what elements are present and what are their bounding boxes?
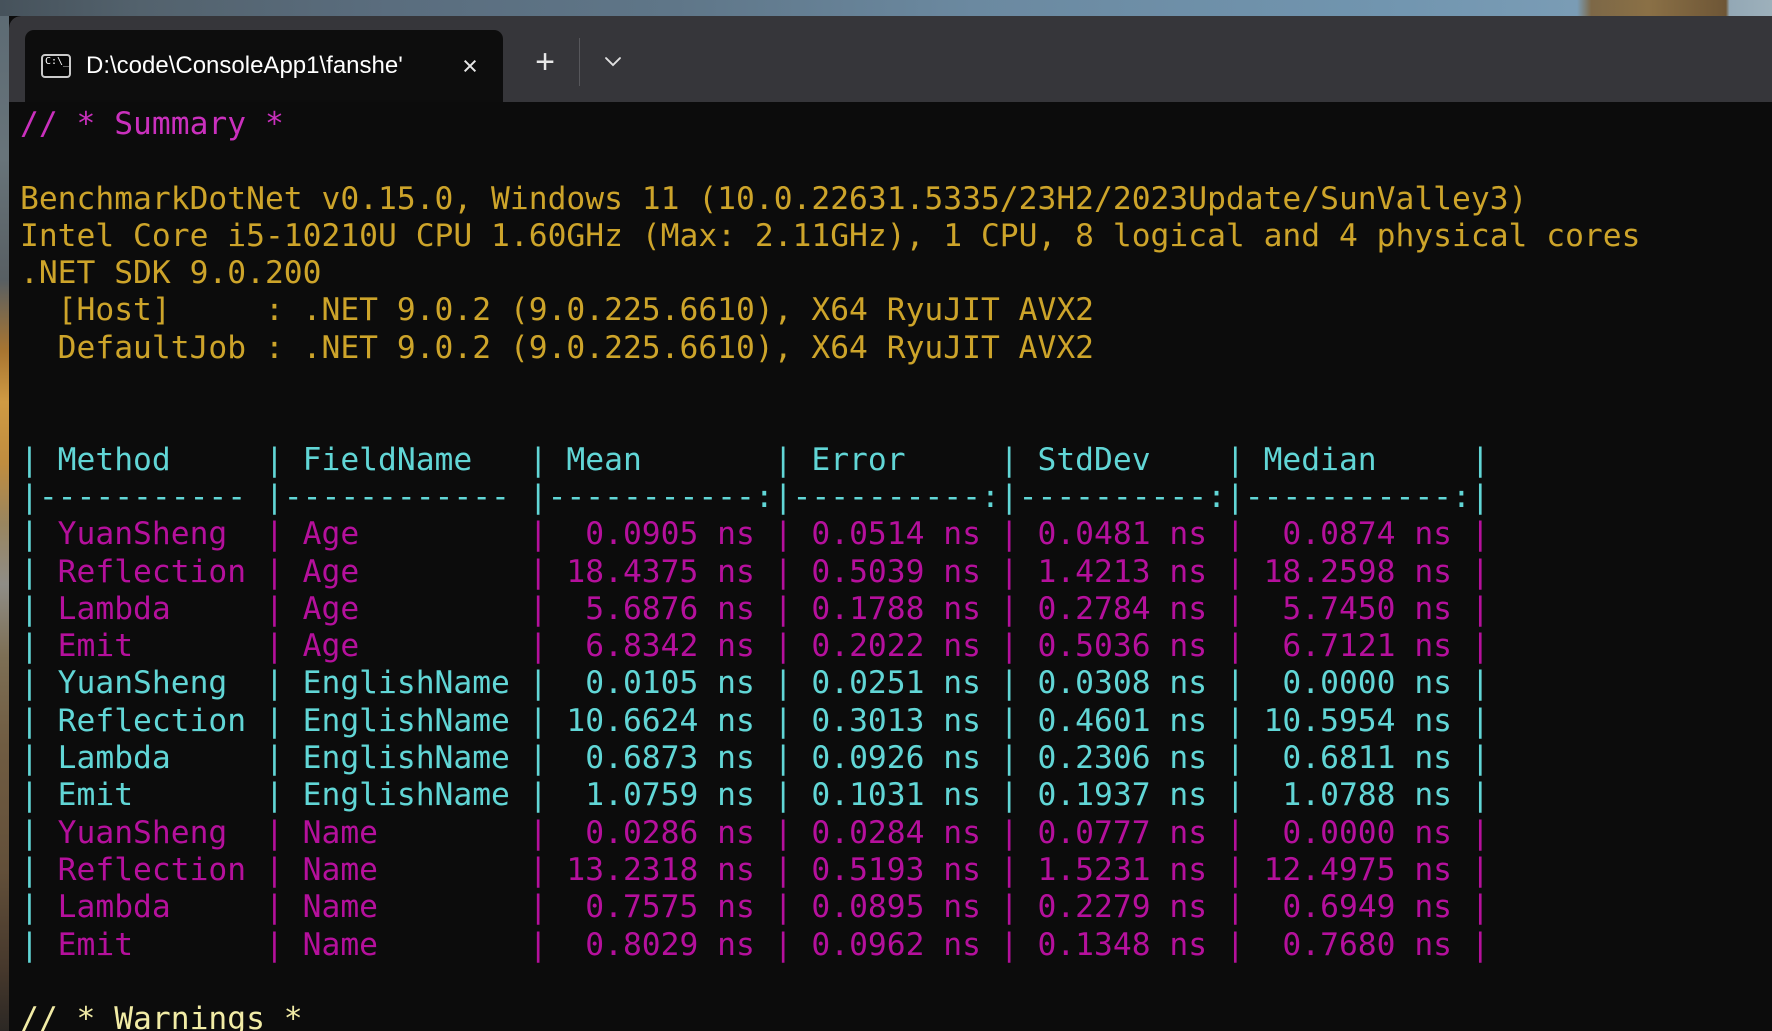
table-row-text: Lambda | EnglishName | 0.6873 ns | 0.092… [39, 740, 1490, 776]
table-row-text: YuanSheng | Age | 0.0905 ns | 0.0514 ns … [39, 516, 1490, 552]
table-row: | Emit | Age | 6.8342 ns | 0.2022 ns | 0… [20, 628, 1772, 665]
table-row-leading-pipe: | [20, 665, 39, 701]
close-icon: × [462, 51, 478, 81]
table-row: | Lambda | Age | 5.6876 ns | 0.1788 ns |… [20, 591, 1772, 628]
table-row: | Lambda | Name | 0.7575 ns | 0.0895 ns … [20, 889, 1772, 926]
table-row: | Reflection | EnglishName | 10.6624 ns … [20, 703, 1772, 740]
table-row-text: Emit | Age | 6.8342 ns | 0.2022 ns | 0.5… [39, 628, 1490, 664]
env-line: BenchmarkDotNet v0.15.0, Windows 11 (10.… [20, 181, 1772, 218]
table-row: | YuanSheng | Age | 0.0905 ns | 0.0514 n… [20, 516, 1772, 553]
table-row-text: YuanSheng | Name | 0.0286 ns | 0.0284 ns… [39, 815, 1490, 851]
table-row-leading-pipe: | [20, 927, 39, 963]
table-header-line: | Method | FieldName | Mean | Error | St… [20, 442, 1772, 479]
table-row-leading-pipe: | [20, 777, 39, 813]
table-row: | Reflection | Age | 18.4375 ns | 0.5039… [20, 554, 1772, 591]
tab-bar: C:\_ D:\code\ConsoleApp1\fanshe' × + [9, 16, 1772, 102]
terminal-tab[interactable]: C:\_ D:\code\ConsoleApp1\fanshe' × [25, 30, 503, 102]
tab-title: D:\code\ConsoleApp1\fanshe' [86, 52, 403, 80]
table-row-text: Reflection | Name | 13.2318 ns | 0.5193 … [39, 852, 1490, 888]
tabbar-divider [579, 38, 580, 86]
table-row: | Reflection | Name | 13.2318 ns | 0.519… [20, 852, 1772, 889]
table-row-text: Reflection | Age | 18.4375 ns | 0.5039 n… [39, 554, 1490, 590]
table-row-text: Emit | EnglishName | 1.0759 ns | 0.1031 … [39, 777, 1490, 813]
table-row-leading-pipe: | [20, 628, 39, 664]
table-row-leading-pipe: | [20, 852, 39, 888]
chevron-down-icon [599, 47, 627, 78]
desktop-wallpaper-top-strip [0, 0, 1772, 16]
blank-line [20, 964, 1772, 1001]
table-row: | Lambda | EnglishName | 0.6873 ns | 0.0… [20, 740, 1772, 777]
env-line: [Host] : .NET 9.0.2 (9.0.225.6610), X64 … [20, 292, 1772, 329]
tab-dropdown-button[interactable] [589, 38, 637, 86]
close-tab-button[interactable]: × [453, 49, 487, 83]
table-row: | YuanSheng | Name | 0.0286 ns | 0.0284 … [20, 815, 1772, 852]
table-row-leading-pipe: | [20, 703, 39, 739]
table-row-text: YuanSheng | EnglishName | 0.0105 ns | 0.… [39, 665, 1490, 701]
desktop-wallpaper-left-strip [0, 16, 9, 1031]
cmd-icon: C:\_ [41, 54, 71, 78]
table-row: | Emit | EnglishName | 1.0759 ns | 0.103… [20, 777, 1772, 814]
table-row-text: Lambda | Age | 5.6876 ns | 0.1788 ns | 0… [39, 591, 1490, 627]
warnings-header: // * Warnings * [20, 1001, 1772, 1031]
table-row-leading-pipe: | [20, 554, 39, 590]
table-row: | Emit | Name | 0.8029 ns | 0.0962 ns | … [20, 927, 1772, 964]
table-row-text: Lambda | Name | 0.7575 ns | 0.0895 ns | … [39, 889, 1490, 925]
table-row-leading-pipe: | [20, 889, 39, 925]
table-row-text: Emit | Name | 0.8029 ns | 0.0962 ns | 0.… [39, 927, 1490, 963]
blank-line [20, 143, 1772, 180]
plus-icon: + [535, 43, 555, 81]
new-tab-button[interactable]: + [521, 38, 569, 86]
terminal-window: C:\_ D:\code\ConsoleApp1\fanshe' × + // … [9, 16, 1772, 1031]
table-row-text: Reflection | EnglishName | 10.6624 ns | … [39, 703, 1490, 739]
table-separator-line: |----------- |------------ |-----------:… [20, 479, 1772, 516]
env-line: .NET SDK 9.0.200 [20, 255, 1772, 292]
blank-line [20, 367, 1772, 404]
blank-line [20, 404, 1772, 441]
env-line: Intel Core i5-10210U CPU 1.60GHz (Max: 2… [20, 218, 1772, 255]
summary-header: // * Summary * [20, 106, 1772, 143]
table-row-leading-pipe: | [20, 740, 39, 776]
table-row-leading-pipe: | [20, 815, 39, 851]
table-row-leading-pipe: | [20, 591, 39, 627]
table-row: | YuanSheng | EnglishName | 0.0105 ns | … [20, 665, 1772, 702]
env-block: BenchmarkDotNet v0.15.0, Windows 11 (10.… [20, 181, 1772, 367]
table-row-leading-pipe: | [20, 516, 39, 552]
terminal-viewport[interactable]: // * Summary * BenchmarkDotNet v0.15.0, … [9, 102, 1772, 1031]
env-line: DefaultJob : .NET 9.0.2 (9.0.225.6610), … [20, 330, 1772, 367]
table-block: | Method | FieldName | Mean | Error | St… [20, 442, 1772, 964]
